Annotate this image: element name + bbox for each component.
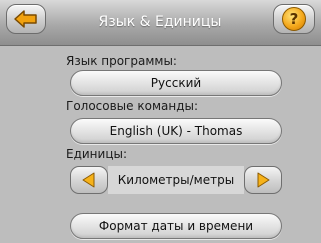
settings-screen: Язык & Единицы ? Язык программы: Русский…: [0, 0, 321, 243]
units-next-button[interactable]: [244, 166, 282, 194]
voice-button[interactable]: English (UK) - Thomas: [70, 118, 282, 144]
date-time-format-button[interactable]: Формат даты и времени: [70, 213, 282, 239]
units-value: Километры/метры: [108, 166, 244, 194]
help-button[interactable]: ?: [273, 4, 315, 34]
triangle-right-icon: [257, 172, 270, 188]
header-bar: Язык & Единицы ?: [0, 0, 321, 46]
units-prev-button[interactable]: [70, 166, 108, 194]
triangle-left-icon: [82, 172, 95, 188]
help-icon: ?: [282, 7, 306, 31]
page-title: Язык & Единицы: [98, 14, 222, 30]
back-arrow-icon: [14, 10, 37, 28]
back-button[interactable]: [6, 4, 46, 34]
units-label: Единицы:: [66, 147, 128, 161]
language-label: Язык программы:: [66, 54, 177, 68]
voice-label: Голосовые команды:: [66, 99, 199, 113]
language-button[interactable]: Русский: [70, 70, 282, 96]
